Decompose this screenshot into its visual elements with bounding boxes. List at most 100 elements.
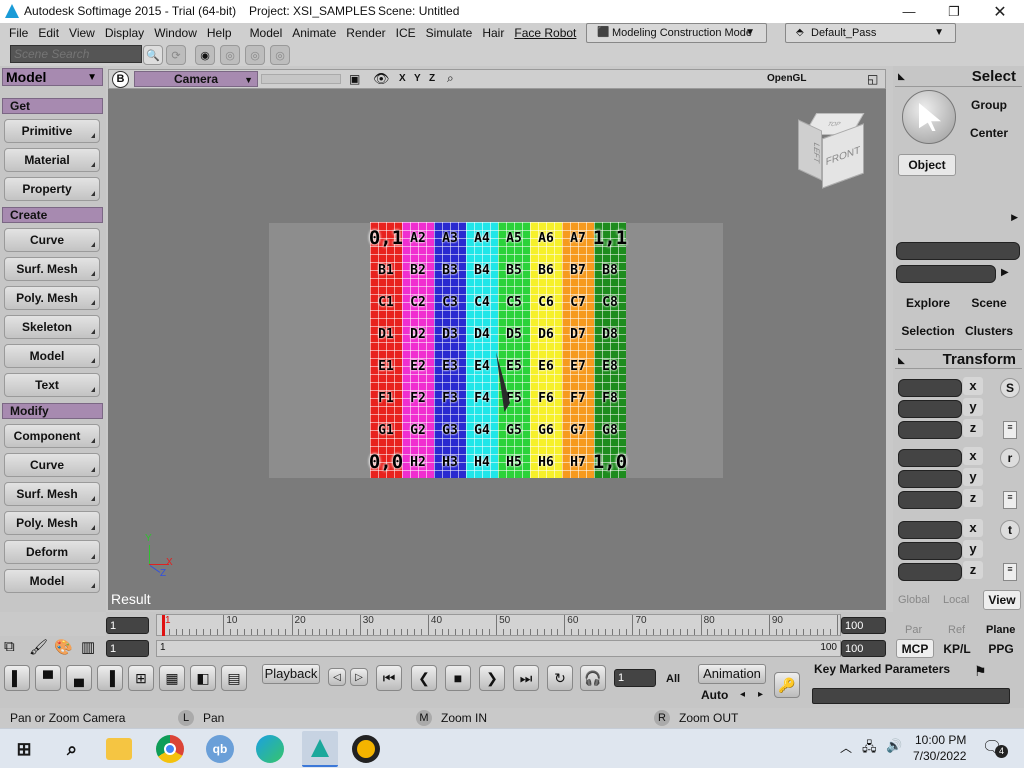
- menu-animate[interactable]: Animate: [287, 26, 341, 40]
- view-cube-left[interactable]: LEFT: [798, 119, 822, 181]
- zoom-icon[interactable]: ⌕: [447, 71, 454, 86]
- par-button[interactable]: Par: [905, 624, 922, 636]
- mode-dropdown[interactable]: ⬛ Modeling Construction Mode ▼: [586, 23, 767, 43]
- camera-dropdown[interactable]: Camera ▼: [134, 71, 258, 87]
- create-surf-mesh-button[interactable]: Surf. Mesh: [4, 257, 100, 281]
- selection-button[interactable]: Selection: [897, 321, 959, 341]
- menu-hair[interactable]: Hair: [477, 26, 509, 40]
- marker-icon[interactable]: ⚑: [974, 663, 987, 680]
- end-frame-field-2[interactable]: 100: [841, 640, 886, 657]
- create-poly-mesh-button[interactable]: Poly. Mesh: [4, 286, 100, 310]
- create-model-button[interactable]: Model: [4, 344, 100, 368]
- kpl-tab[interactable]: KP/L: [938, 639, 976, 658]
- menu-ice[interactable]: ICE: [391, 26, 421, 40]
- menu-help[interactable]: Help: [202, 26, 237, 40]
- range-slider[interactable]: 1 100: [156, 640, 841, 657]
- object-button[interactable]: Object: [898, 154, 956, 176]
- scale-z-label[interactable]: z: [963, 419, 983, 437]
- menu-simulate[interactable]: Simulate: [421, 26, 478, 40]
- all-button[interactable]: All: [666, 673, 680, 685]
- plane-button[interactable]: Plane: [986, 624, 1015, 636]
- explore-button[interactable]: Explore: [897, 293, 959, 313]
- loop-icon[interactable]: ↻: [547, 665, 573, 691]
- rotate-y-label[interactable]: y: [963, 468, 983, 486]
- mcp-tab[interactable]: MCP: [896, 639, 934, 658]
- center-button[interactable]: Center: [959, 122, 1019, 144]
- rotate-button[interactable]: r: [1000, 448, 1020, 468]
- rotate-y-field[interactable]: [898, 470, 962, 488]
- menu-window[interactable]: Window: [149, 26, 202, 40]
- maximize-button[interactable]: ❐: [931, 0, 977, 23]
- chevron-up-icon[interactable]: ︿: [840, 739, 852, 756]
- search-icon[interactable]: 🔍: [143, 45, 163, 65]
- scale-x-label[interactable]: x: [963, 377, 983, 395]
- clock-time[interactable]: 10:00 PM: [915, 733, 966, 747]
- close-button[interactable]: ✕: [977, 0, 1023, 23]
- layout-grid-icon[interactable]: ▦: [159, 665, 185, 691]
- local-button[interactable]: Local: [943, 594, 969, 606]
- refresh-icon[interactable]: ⟳: [166, 45, 186, 65]
- playback-menu-button[interactable]: Playback: [262, 664, 320, 684]
- selection-field[interactable]: [896, 242, 1020, 260]
- selection-field-2[interactable]: [896, 265, 996, 283]
- brush-icon[interactable]: 🖌: [29, 638, 48, 656]
- play-icon[interactable]: ❯: [479, 665, 505, 691]
- translate-x-label[interactable]: x: [963, 519, 983, 537]
- rotate-z-label[interactable]: z: [963, 489, 983, 507]
- translate-lock-icon[interactable]: ≡: [1003, 563, 1017, 581]
- prev-anim-key-icon[interactable]: ◂: [740, 689, 745, 700]
- property-button[interactable]: Property: [4, 177, 100, 201]
- windows-start-icon[interactable]: ⊞: [8, 733, 40, 765]
- layout-bottom-icon[interactable]: ▄: [66, 665, 92, 691]
- modify-surf-mesh-button[interactable]: Surf. Mesh: [4, 482, 100, 506]
- renderer-dropdown[interactable]: OpenGL: [767, 73, 806, 84]
- modify-poly-mesh-button[interactable]: Poly. Mesh: [4, 511, 100, 535]
- first-frame-icon[interactable]: ⏮: [376, 665, 402, 691]
- palette-icon[interactable]: 🎨: [54, 638, 73, 656]
- viewport-options-strip[interactable]: [261, 74, 341, 84]
- scale-x-field[interactable]: [898, 379, 962, 397]
- key-params-field[interactable]: [812, 688, 1010, 704]
- scene-search-input[interactable]: [10, 45, 142, 63]
- layout-quad-icon[interactable]: ⊞: [128, 665, 154, 691]
- auto-key-button[interactable]: Auto: [701, 688, 728, 702]
- layout-icon[interactable]: ⧉: [4, 638, 15, 655]
- rotate-x-field[interactable]: [898, 449, 962, 467]
- pass-dropdown[interactable]: ⬘ Default_Pass ▼: [785, 23, 956, 43]
- modify-curve-button[interactable]: Curve: [4, 453, 100, 477]
- layout-right-icon[interactable]: ▐: [97, 665, 123, 691]
- translate-y-label[interactable]: y: [963, 540, 983, 558]
- menu-file[interactable]: File: [4, 26, 33, 40]
- menu-render[interactable]: Render: [341, 26, 390, 40]
- qb-app-icon[interactable]: qb: [206, 735, 234, 763]
- translate-z-field[interactable]: [898, 563, 962, 581]
- panel-icon[interactable]: ▥: [81, 638, 95, 656]
- last-frame-icon[interactable]: ⏭: [513, 665, 539, 691]
- prev-frame-icon[interactable]: ❮: [411, 665, 437, 691]
- start-frame-field[interactable]: 1: [106, 617, 149, 634]
- create-curve-button[interactable]: Curve: [4, 228, 100, 252]
- softimage-taskbar-icon[interactable]: [302, 731, 338, 767]
- layout-left-icon[interactable]: ▌: [4, 665, 30, 691]
- camera-icon[interactable]: ▣: [349, 72, 360, 86]
- clock-date[interactable]: 7/30/2022: [913, 749, 966, 763]
- start-frame-field-2[interactable]: 1: [106, 640, 149, 657]
- view-button[interactable]: View: [983, 590, 1021, 610]
- uv-texture-grid[interactable]: 0,1 A2 A3 A4 A5 A6 A7 1,1 B1 B2 B3 B4 B5 B6 B7 B8 C1 C2 C3…: [369, 222, 627, 478]
- modify-component-button[interactable]: Component: [4, 424, 100, 448]
- layout-top-icon[interactable]: ▀: [35, 665, 61, 691]
- filter-dropdown[interactable]: ▶: [898, 209, 1020, 227]
- timeline-ruler[interactable]: 1 10 20 30 40 50 60 70 80 90: [156, 614, 841, 636]
- clusters-button[interactable]: Clusters: [959, 321, 1019, 341]
- menu-face-robot[interactable]: Face Robot: [509, 26, 581, 40]
- view-cube[interactable]: TOP LEFT FRONT: [798, 113, 868, 189]
- next-anim-key-icon[interactable]: ▸: [758, 689, 763, 700]
- view3-icon[interactable]: ◎: [245, 45, 265, 65]
- ppg-tab[interactable]: PPG: [982, 639, 1020, 658]
- scale-y-label[interactable]: y: [963, 398, 983, 416]
- rotate-x-label[interactable]: x: [963, 447, 983, 465]
- select-arrow-button[interactable]: [902, 90, 956, 144]
- scale-lock-icon[interactable]: ≡: [1003, 421, 1017, 439]
- scale-z-field[interactable]: [898, 421, 962, 439]
- scale-button[interactable]: S: [1000, 378, 1020, 398]
